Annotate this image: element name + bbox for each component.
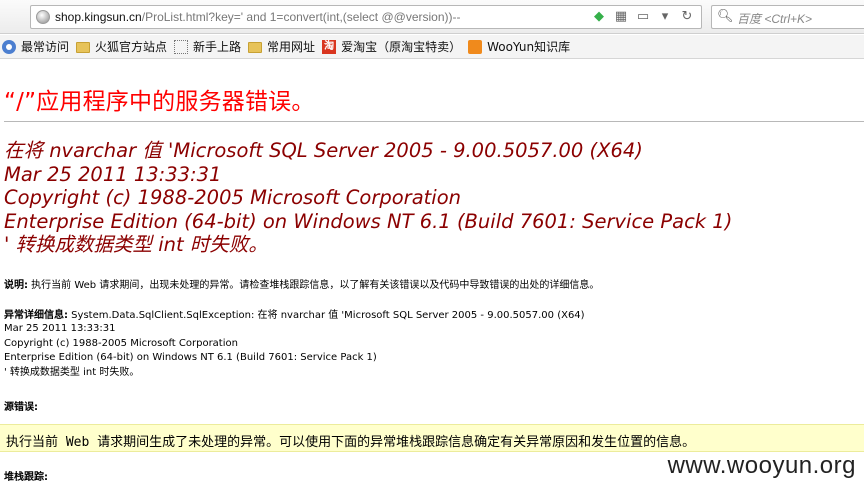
bookmark-aitaobao[interactable]: 淘 爱淘宝（原淘宝特卖）: [320, 35, 466, 59]
address-bar[interactable]: shop.kingsun.cn/ProList.html?key=' and 1…: [30, 5, 702, 29]
folder-icon: [248, 42, 263, 53]
exception-line: Copyright (c) 1988-2005 Microsoft Corpor…: [4, 337, 238, 349]
url-host: shop.kingsun.cn: [55, 10, 142, 24]
qr-icon[interactable]: ▦: [613, 9, 629, 25]
description: 说明: 执行当前 Web 请求期间，出现未处理的异常。请检查堆栈跟踪信息，以了解…: [4, 276, 599, 291]
source-error-box: 执行当前 Web 请求期间生成了未处理的异常。可以使用下面的异常堆栈跟踪信息确定…: [0, 424, 864, 452]
bookmark-label: 爱淘宝（原淘宝特卖）: [341, 40, 462, 54]
description-label: 说明:: [4, 280, 28, 291]
stack-trace-label: 堆栈跟踪:: [4, 472, 48, 483]
bookmark-label: 最常访问: [21, 40, 70, 54]
search-bar[interactable]: 🔍︎ 百度 <Ctrl+K>: [711, 5, 864, 29]
url-path: /ProList.html?key=' and 1=convert(int,(s…: [141, 10, 461, 24]
shield-icon[interactable]: ◆: [591, 9, 607, 25]
description-text: 执行当前 Web 请求期间，出现未处理的异常。请检查堆栈跟踪信息，以了解有关该错…: [28, 280, 600, 291]
exception-line: Enterprise Edition (64-bit) on Windows N…: [4, 352, 377, 364]
error-message-line: 在将 nvarchar 值 'Microsoft SQL Server 2005…: [4, 139, 643, 162]
source-error-text: 执行当前 Web 请求期间生成了未处理的异常。可以使用下面的异常堆栈跟踪信息确定…: [6, 435, 696, 450]
reader-icon[interactable]: ▭: [635, 9, 651, 25]
error-message-line: Copyright (c) 1988-2005 Microsoft Corpor…: [4, 186, 462, 209]
bookmark-wooyun[interactable]: WooYun知识库: [466, 35, 575, 59]
page-title: “/”应用程序中的服务器错误。: [4, 89, 315, 115]
site-identity-icon[interactable]: [36, 10, 50, 24]
exception-lines: Mar 25 2011 13:33:31 Copyright (c) 1988-…: [4, 322, 377, 381]
divider: [4, 121, 864, 122]
bookmark-firefox-sites[interactable]: 火狐官方站点: [74, 35, 172, 59]
address-url[interactable]: shop.kingsun.cn/ProList.html?key=' and 1…: [55, 10, 461, 24]
page-icon: [174, 39, 189, 54]
reload-icon[interactable]: ↻: [679, 9, 695, 25]
stack-trace: 堆栈跟踪:: [4, 468, 48, 483]
most-visited-icon: [2, 39, 16, 54]
error-message: 在将 nvarchar 值 'Microsoft SQL Server 2005…: [4, 139, 732, 257]
exception-line: ' 转换成数据类型 int 时失败。: [4, 367, 140, 379]
bookmark-most-visited[interactable]: 最常访问: [0, 35, 74, 59]
navigation-toolbar: shop.kingsun.cn/ProList.html?key=' and 1…: [0, 0, 864, 34]
exception-details: 异常详细信息: System.Data.SqlClient.SqlExcepti…: [4, 306, 585, 321]
watermark: www.wooyun.org: [667, 452, 856, 479]
source-error: 源错误:: [4, 398, 38, 413]
bookmark-label: WooYun知识库: [487, 40, 571, 54]
search-icon[interactable]: 🔍︎: [717, 9, 734, 24]
search-placeholder: 百度 <Ctrl+K>: [737, 12, 813, 26]
rss-icon: [468, 39, 483, 54]
exception-label: 异常详细信息:: [4, 310, 68, 321]
error-message-line: Mar 25 2011 13:33:31: [4, 162, 222, 186]
error-message-line: Enterprise Edition (64-bit) on Windows N…: [4, 209, 733, 233]
bookmark-label: 常用网址: [267, 40, 316, 54]
source-error-label: 源错误:: [4, 402, 38, 413]
chevron-down-icon[interactable]: ▾: [657, 9, 673, 25]
exception-text: System.Data.SqlClient.SqlException: 在将 n…: [68, 310, 585, 321]
urlbar-icons: ◆ ▦ ▭ ▾ ↻: [591, 9, 695, 25]
exception-line: Mar 25 2011 13:33:31: [4, 323, 116, 334]
bookmark-label: 火狐官方站点: [95, 40, 168, 54]
folder-icon: [76, 42, 91, 53]
bookmarks-toolbar: 最常访问 火狐官方站点 新手上路 常用网址 淘 爱淘宝（原淘宝特卖） WooYu…: [0, 35, 864, 59]
error-message-line: ' 转换成数据类型 int 时失败。: [4, 233, 268, 256]
bookmark-common-sites[interactable]: 常用网址: [246, 35, 320, 59]
bookmark-getting-started[interactable]: 新手上路: [172, 35, 246, 59]
taobao-icon: 淘: [322, 39, 337, 54]
bookmark-label: 新手上路: [193, 40, 242, 54]
